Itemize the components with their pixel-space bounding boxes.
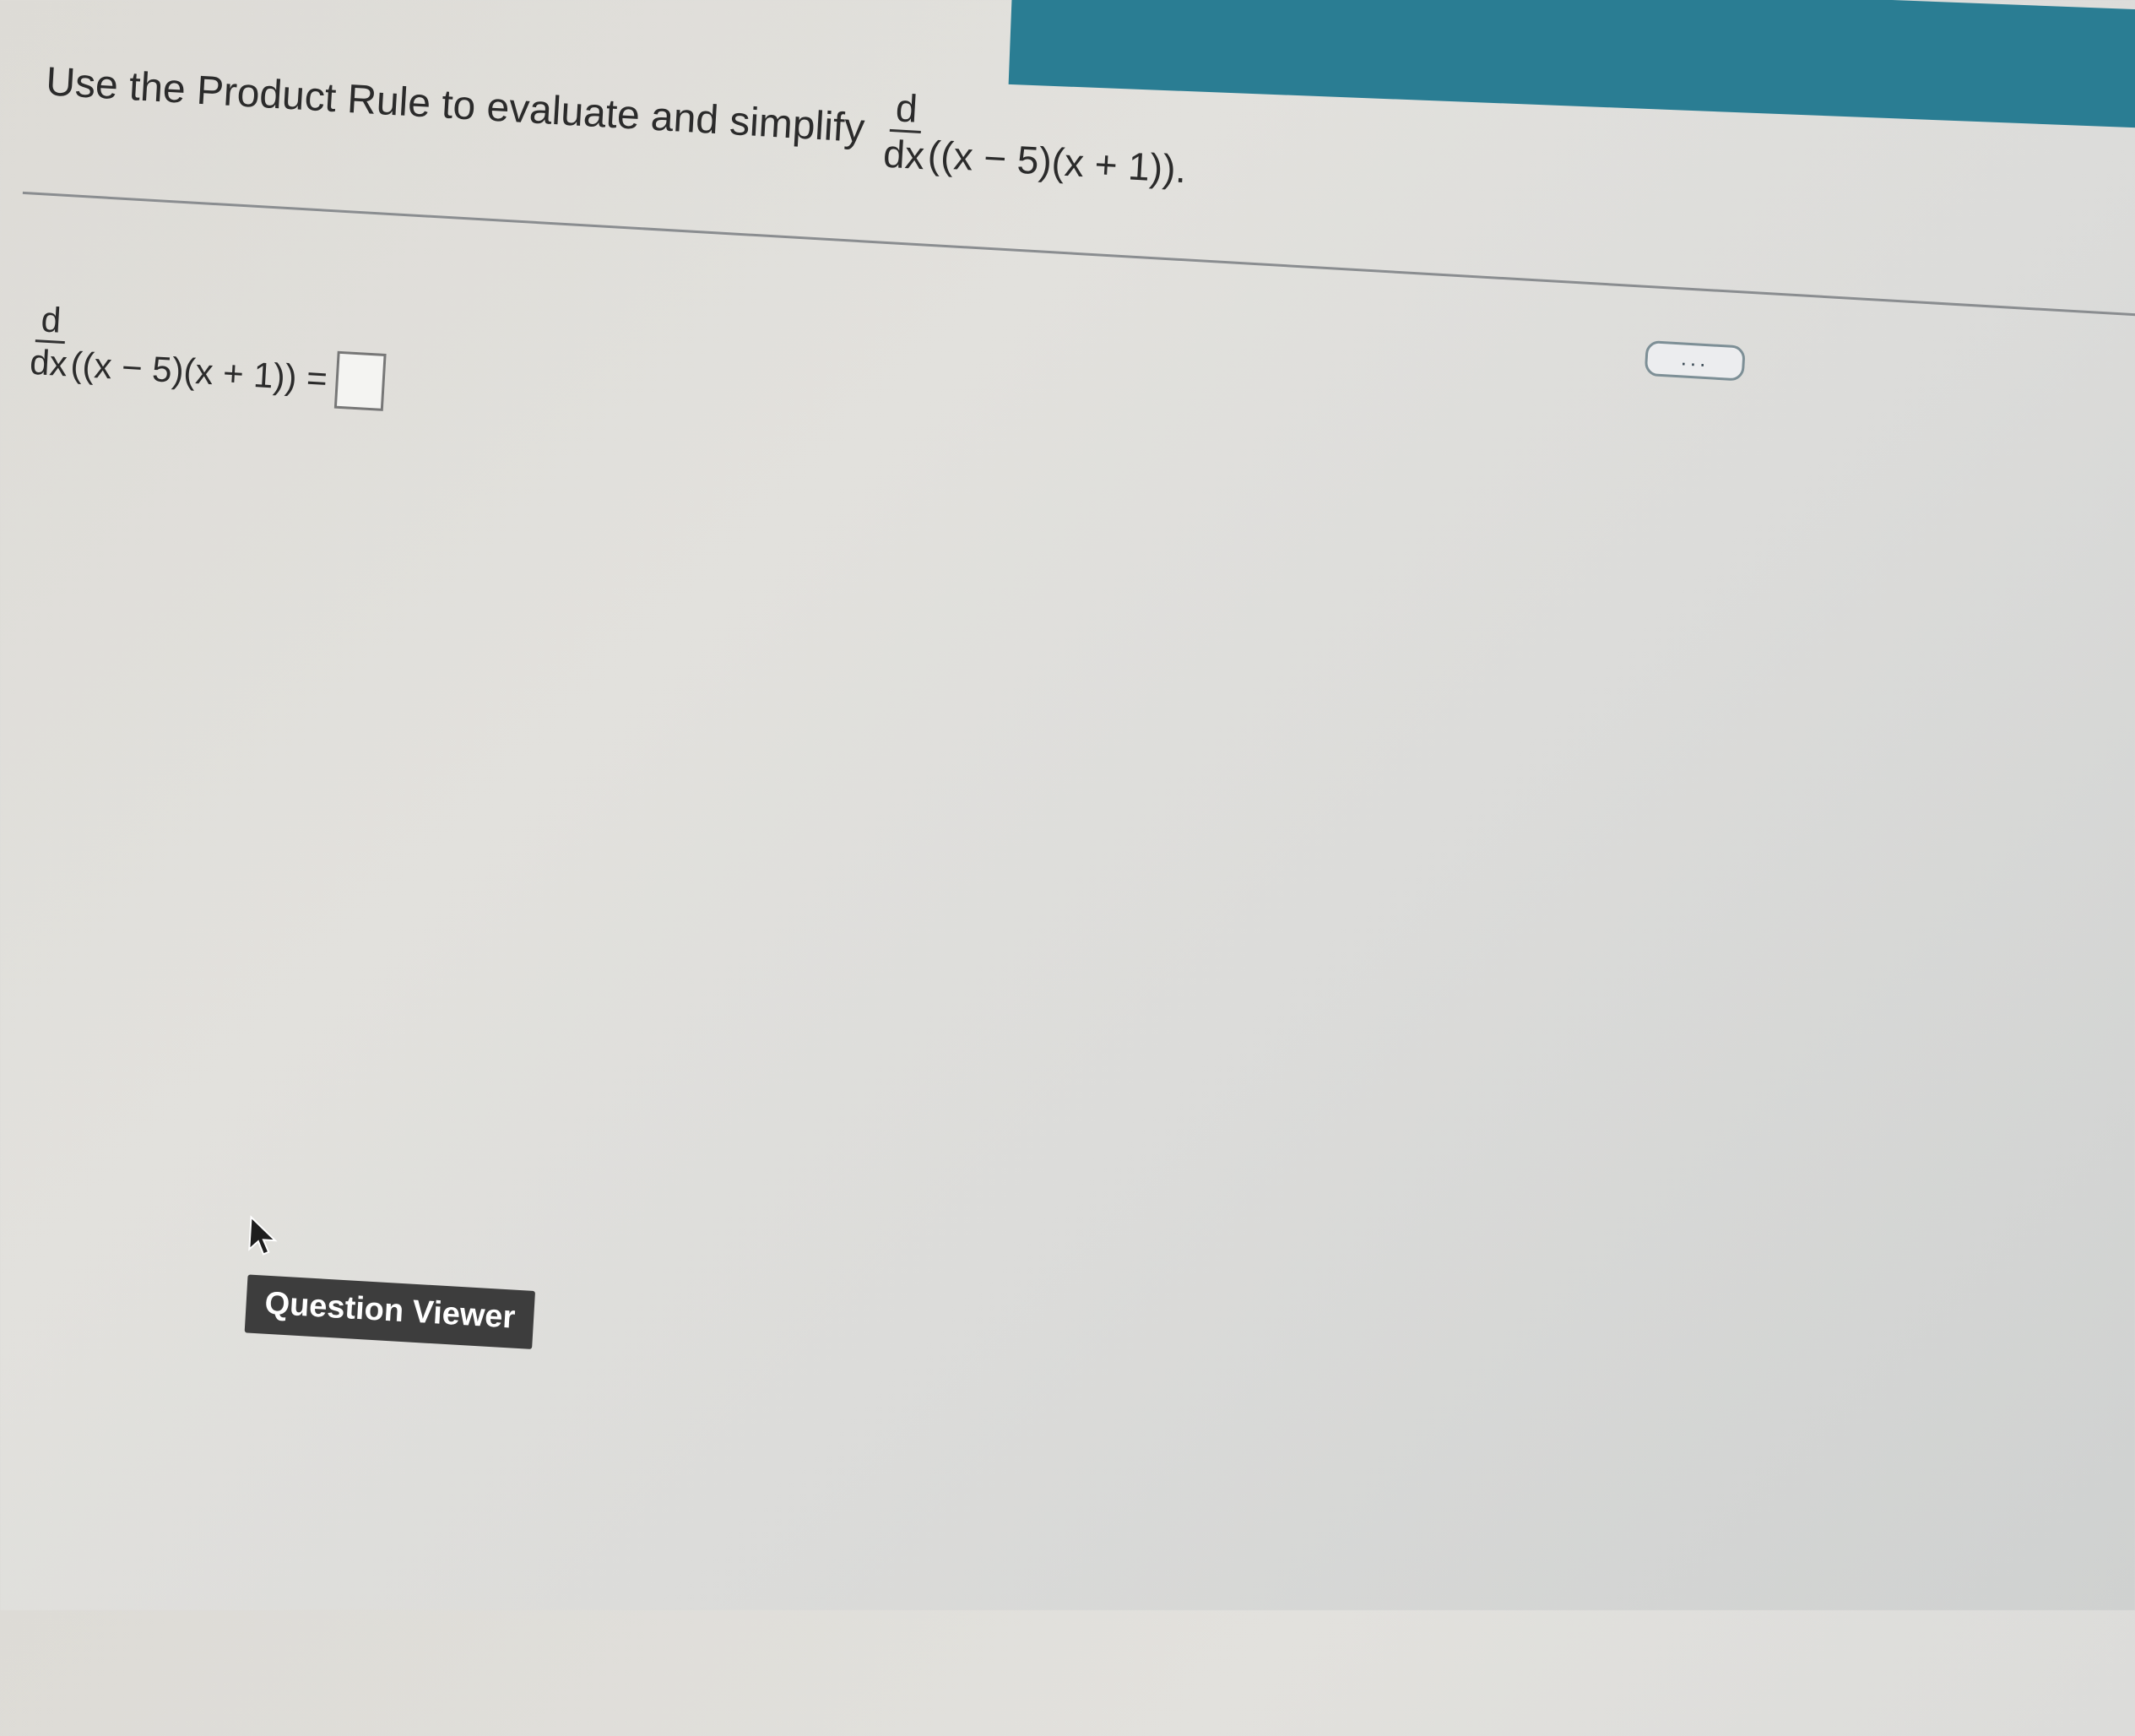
section-divider bbox=[22, 191, 2135, 321]
answer-input[interactable] bbox=[333, 350, 387, 411]
answer-derivative-operator: d dx bbox=[29, 299, 71, 383]
answer-expression: ((x − 5)(x + 1)) = bbox=[69, 344, 329, 399]
question-panel: Use the Product Rule to evaluate and sim… bbox=[0, 0, 2135, 1730]
derivative-denominator: dx bbox=[882, 131, 926, 177]
answer-derivative-numerator: d bbox=[35, 299, 68, 344]
question-viewer-tooltip: Question Viewer bbox=[244, 1274, 536, 1349]
mouse-pointer-icon bbox=[248, 1215, 278, 1256]
answer-line: d dx ((x − 5)(x + 1)) = bbox=[28, 290, 388, 411]
more-options-button[interactable]: ... bbox=[1644, 339, 1746, 382]
question-prompt: Use the Product Rule to evaluate and sim… bbox=[43, 36, 1189, 192]
derivative-numerator: d bbox=[889, 85, 924, 133]
ellipsis-icon: ... bbox=[1680, 344, 1710, 372]
answer-derivative-denominator: dx bbox=[29, 341, 69, 383]
prompt-math: d dx ((x − 5)(x + 1)). bbox=[882, 85, 1190, 193]
derivative-operator: d dx bbox=[882, 85, 928, 177]
prompt-expression: ((x − 5)(x + 1)). bbox=[926, 132, 1188, 192]
prompt-text: Use the Product Rule to evaluate and sim… bbox=[45, 58, 866, 151]
